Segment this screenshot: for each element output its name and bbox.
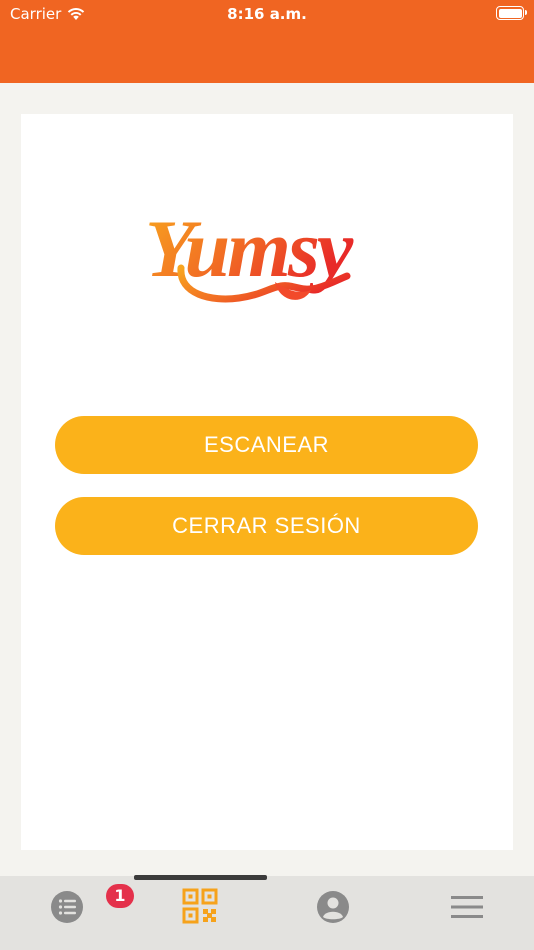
scan-button[interactable]: ESCANEAR: [55, 416, 478, 474]
status-time: 8:16 a.m.: [227, 5, 307, 23]
tab-profile[interactable]: [293, 877, 373, 937]
logout-button[interactable]: CERRAR SESIÓN: [55, 497, 478, 555]
list-icon: [51, 891, 83, 923]
user-icon: [317, 891, 349, 923]
menu-icon: [451, 896, 483, 918]
qr-code-icon: [182, 888, 218, 924]
main-card: Yumsy ESCANEAR CERRAR SESIÓN: [21, 114, 513, 850]
tab-menu[interactable]: [427, 877, 507, 937]
yumsy-logo: Yumsy: [145, 203, 357, 303]
tab-scan[interactable]: [160, 876, 240, 936]
tab-indicator: [134, 875, 267, 880]
battery-icon: [496, 6, 527, 20]
tab-orders[interactable]: [27, 877, 107, 937]
svg-text:Yumsy: Yumsy: [145, 203, 354, 294]
tab-bar: [0, 876, 534, 950]
status-bar: Carrier 8:16 a.m.: [0, 0, 534, 83]
orders-badge: 1: [106, 884, 134, 908]
